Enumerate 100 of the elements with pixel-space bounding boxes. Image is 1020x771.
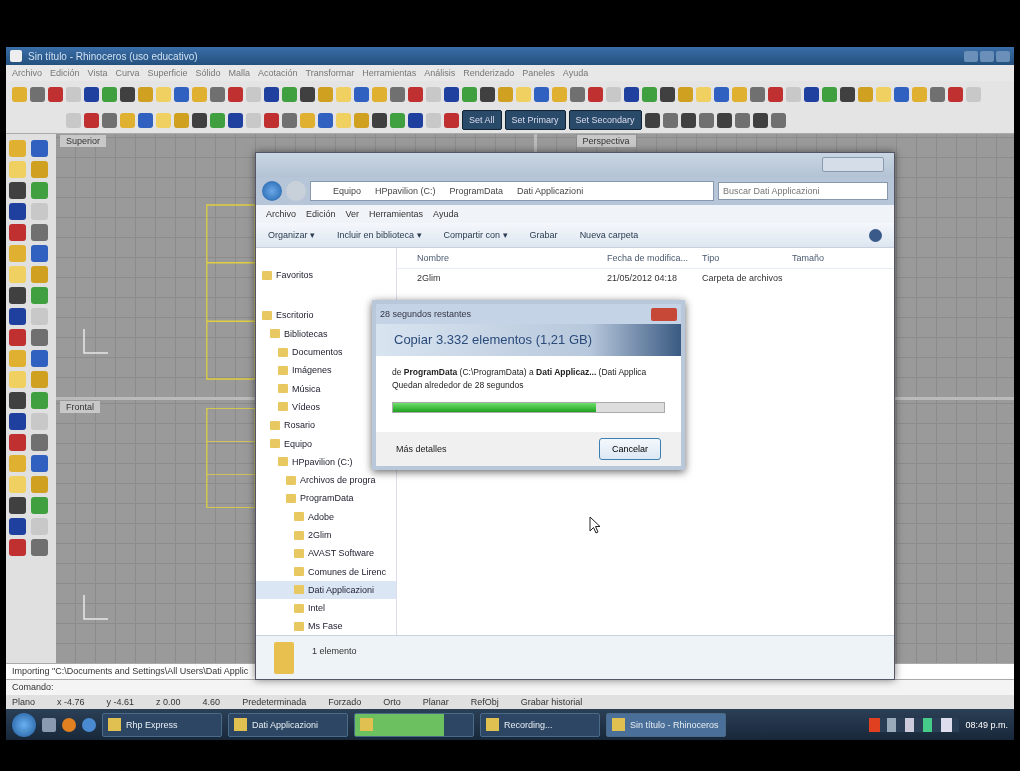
tool-icon[interactable] (534, 86, 549, 102)
menu-item[interactable]: Vista (87, 68, 108, 78)
taskbar-button[interactable]: Dati Applicazioni (228, 712, 348, 737)
tool-icon[interactable] (570, 86, 585, 102)
tool-icon[interactable] (624, 86, 639, 102)
menu-item[interactable]: Ayuda (562, 68, 589, 78)
menu-item[interactable]: Archivo (266, 209, 296, 219)
tool-icon[interactable] (752, 112, 768, 128)
menu-item[interactable]: Análisis (424, 68, 456, 78)
tool-icon[interactable] (264, 86, 279, 102)
menu-item[interactable]: Ver (345, 209, 360, 219)
menu-item[interactable]: Sólido (195, 68, 221, 78)
nav-item[interactable]: Favoritos (256, 266, 396, 285)
menu-item[interactable]: Herramientas (362, 68, 417, 78)
breadcrumb[interactable]: HPpavilion (C:) (375, 186, 436, 196)
menu-item[interactable]: Herramientas (369, 209, 424, 219)
tool-icon[interactable] (210, 86, 225, 102)
breadcrumb[interactable]: Dati Applicazioni (517, 186, 584, 196)
tool-icon[interactable] (948, 86, 963, 102)
nav-item[interactable]: 2Glim (256, 525, 396, 545)
taskbar-button[interactable]: Recording... (480, 712, 600, 737)
tool-icon[interactable] (930, 86, 945, 102)
tool-icon[interactable] (444, 86, 459, 102)
tool-icon[interactable] (228, 86, 243, 102)
menu-item[interactable]: Archivo (12, 68, 42, 78)
tool-icon[interactable] (660, 86, 675, 102)
tool-icon[interactable] (444, 112, 459, 128)
tool-icon[interactable] (714, 86, 729, 102)
column-header[interactable]: Fecha de modifica... (607, 253, 702, 263)
nav-item[interactable]: Dati Applicazioni (256, 580, 396, 600)
toolbar-button[interactable]: Set All (462, 110, 502, 130)
tool-icon[interactable] (84, 86, 99, 102)
cancel-button[interactable]: Cancelar (598, 438, 661, 460)
nav-item[interactable]: Archivos de progra (256, 470, 396, 490)
tool-icon[interactable] (84, 112, 99, 128)
tool-icon[interactable] (30, 86, 45, 102)
tool-icon[interactable] (680, 112, 696, 128)
menu-item[interactable]: Edición (306, 209, 336, 219)
menu-item[interactable]: Malla (228, 68, 250, 78)
address-bar[interactable]: Equipo HPpavilion (C:) ProgramData Dati Applicazioni (310, 181, 714, 201)
command-prompt[interactable]: Comando: (6, 679, 1014, 695)
nav-item[interactable]: ProgramData (256, 489, 396, 508)
start-button[interactable] (12, 712, 36, 737)
viewport-tab[interactable]: Frontal (60, 401, 100, 413)
tool-icon[interactable] (644, 112, 660, 128)
file-name[interactable]: 2Glim (397, 273, 607, 283)
column-header[interactable]: Tamaño (792, 253, 852, 263)
tool-icon[interactable] (192, 112, 207, 128)
minimize-button[interactable] (964, 50, 978, 62)
tool-icon[interactable] (894, 86, 909, 102)
tool-icon[interactable] (102, 112, 117, 128)
tool-icon[interactable] (408, 112, 423, 128)
tool-icon[interactable] (662, 112, 678, 128)
close-button[interactable] (651, 307, 677, 321)
tool-icon[interactable] (840, 86, 855, 102)
menu-item[interactable]: Renderizado (463, 68, 515, 78)
tool-icon[interactable] (734, 112, 750, 128)
menu-item[interactable]: Paneles (522, 68, 555, 78)
back-button[interactable] (262, 181, 282, 201)
close-button[interactable] (996, 50, 1010, 62)
tray-icons[interactable] (869, 717, 960, 732)
tool-icon[interactable] (120, 86, 135, 102)
tool-icon[interactable] (48, 86, 63, 102)
menu-item[interactable]: Acotación (258, 68, 298, 78)
viewport-tab[interactable]: Perspectiva (576, 135, 636, 147)
tool-icon[interactable] (716, 112, 732, 128)
column-header[interactable]: Tipo (702, 253, 792, 263)
taskbar-button[interactable] (354, 712, 474, 737)
tool-icon[interactable] (480, 86, 495, 102)
toolbar-button[interactable]: Set Primary (504, 110, 566, 130)
column-header[interactable]: Nombre (397, 253, 607, 263)
nav-item[interactable]: Ms Fase (256, 617, 396, 635)
browser-icon[interactable] (82, 717, 96, 732)
menu-item[interactable]: Curva (115, 68, 140, 78)
taskbar-button[interactable]: Sin título - Rhinoceros (606, 712, 726, 737)
tool-icon[interactable] (408, 86, 423, 102)
tool-icon[interactable] (750, 86, 765, 102)
toolbar-button[interactable]: Grabar (529, 230, 558, 240)
tool-icon[interactable] (318, 112, 333, 128)
nav-item[interactable]: Intel (256, 599, 396, 618)
menu-item[interactable]: Superficie (147, 68, 188, 78)
nav-item[interactable]: Adobe (256, 507, 396, 526)
breadcrumb[interactable]: ProgramData (449, 186, 504, 196)
tool-icon[interactable] (372, 112, 387, 128)
tool-icon[interactable] (390, 86, 405, 102)
nav-item[interactable]: Comunes de Lirenc (256, 562, 396, 581)
breadcrumb[interactable]: Equipo (333, 186, 362, 196)
menu-item[interactable]: Edición (50, 68, 80, 78)
tool-icon[interactable] (768, 86, 783, 102)
menu-item[interactable]: Transformar (305, 68, 355, 78)
toolbar-button[interactable]: Nueva carpeta (579, 230, 639, 240)
tool-icon[interactable] (804, 86, 819, 102)
toolbar-button[interactable]: Incluir en biblioteca ▾ (337, 230, 422, 240)
tool-icon[interactable] (770, 112, 786, 128)
tool-icon[interactable] (174, 86, 189, 102)
tool-icon[interactable] (282, 112, 297, 128)
tool-icon[interactable] (228, 112, 243, 128)
media-icon[interactable] (62, 717, 76, 732)
viewport-tab[interactable]: Superior (60, 135, 107, 147)
toolbar-button[interactable]: Compartir con ▾ (443, 230, 508, 240)
